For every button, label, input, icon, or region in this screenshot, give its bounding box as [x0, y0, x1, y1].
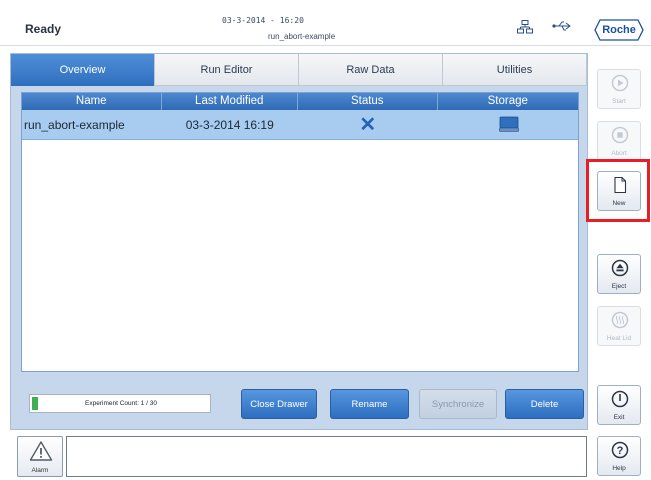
experiment-count-label: Experiment Count: 1 / 30 [85, 400, 157, 407]
network-icon [517, 20, 533, 34]
experiment-count-meter: Experiment Count: 1 / 30 [29, 394, 211, 413]
cross-icon: ✕ [359, 114, 377, 136]
tab-run-editor[interactable]: Run Editor [155, 54, 299, 86]
delete-button[interactable]: Delete [505, 389, 584, 419]
instrument-status: Ready [25, 22, 62, 36]
column-header-status[interactable]: Status [298, 93, 438, 110]
usb-icon [552, 21, 571, 31]
heat-icon [611, 311, 629, 329]
column-header-name[interactable]: Name [22, 93, 162, 110]
column-header-storage[interactable]: Storage [438, 93, 578, 110]
synchronize-button[interactable]: Synchronize [419, 389, 497, 419]
exit-label: Exit [613, 414, 625, 421]
logo-text: Roche [602, 24, 636, 36]
tab-raw-data[interactable]: Raw Data [299, 54, 443, 86]
svg-text:?: ? [617, 445, 624, 457]
roche-logo: Roche [594, 19, 644, 41]
table-row[interactable]: run_abort-example 03-3-2014 16:19 ✕ [22, 110, 578, 140]
column-header-last-modified[interactable]: Last Modified [162, 93, 299, 110]
close-drawer-button[interactable]: Close Drawer [241, 389, 317, 419]
cell-status: ✕ [298, 110, 438, 140]
abort-button[interactable]: Abort [597, 121, 641, 161]
eject-button[interactable]: Eject [597, 254, 641, 294]
help-button[interactable]: ? Help [597, 436, 641, 476]
alarm-label: Alarm [31, 467, 49, 474]
help-icon: ? [611, 441, 629, 459]
help-label: Help [612, 465, 626, 472]
warning-icon [29, 441, 53, 461]
tab-bar: Overview Run Editor Raw Data Utilities [11, 54, 587, 86]
stop-icon [611, 126, 629, 144]
main-panel: Overview Run Editor Raw Data Utilities N… [10, 53, 588, 430]
message-area [66, 436, 587, 477]
experiment-table: Name Last Modified Status Storage run_ab… [21, 92, 579, 372]
heat-lid-label: Heat Lid [606, 335, 632, 342]
alarm-button[interactable]: Alarm [17, 436, 63, 477]
top-bar: Ready 03-3-2014 - 16:20 run_abort-exampl… [0, 0, 651, 46]
heat-lid-button[interactable]: Heat Lid [597, 306, 641, 346]
cell-storage [438, 110, 579, 140]
date-time: 03-3-2014 - 16:20 [222, 16, 304, 25]
power-icon [611, 390, 629, 408]
start-button[interactable]: Start [597, 69, 641, 109]
eject-icon [611, 259, 629, 277]
action-bar: Experiment Count: 1 / 30 Close Drawer Re… [21, 384, 584, 422]
cell-name: run_abort-example [24, 118, 125, 132]
table-header: Name Last Modified Status Storage [22, 93, 578, 110]
abort-label: Abort [611, 150, 627, 157]
cell-last-modified: 03-3-2014 16:19 [185, 118, 274, 132]
rename-button[interactable]: Rename [330, 389, 409, 419]
new-button-highlight [586, 159, 650, 222]
play-icon [611, 74, 629, 92]
exit-button[interactable]: Exit [597, 385, 641, 425]
drive-icon [498, 116, 519, 132]
tab-utilities[interactable]: Utilities [443, 54, 587, 86]
tab-overview[interactable]: Overview [11, 54, 155, 86]
current-run-name: run_abort-example [268, 32, 336, 41]
start-label: Start [612, 98, 626, 105]
eject-label: Eject [611, 283, 627, 290]
